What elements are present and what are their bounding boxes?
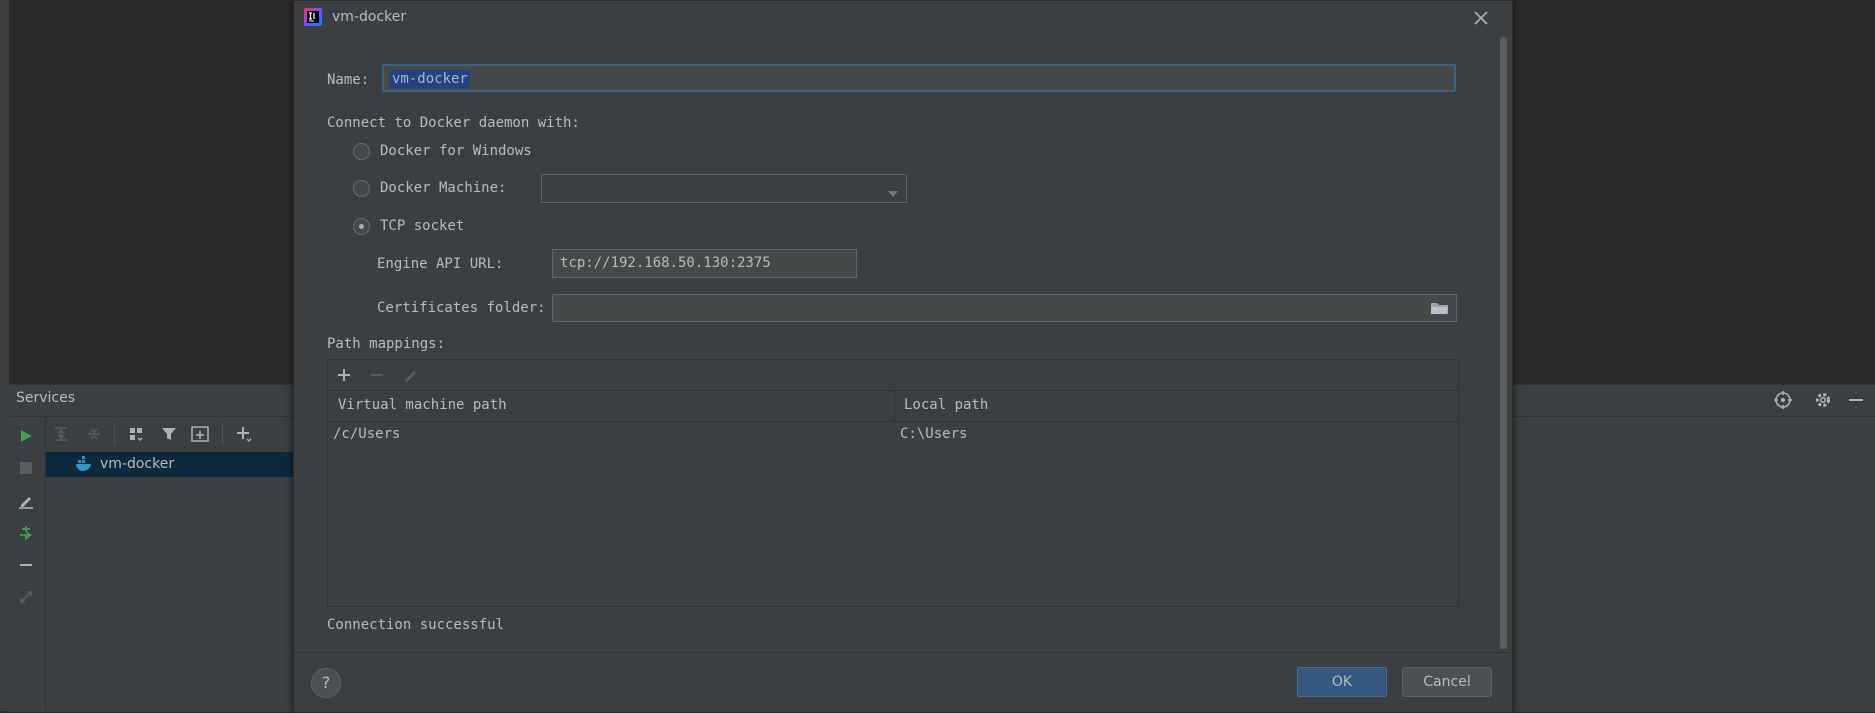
column-header-vm-path[interactable]: Virtual machine path bbox=[338, 397, 507, 413]
deploy-icon[interactable] bbox=[15, 522, 37, 544]
chevron-down-icon bbox=[888, 185, 898, 201]
table-cell-local-path[interactable]: C:\Users bbox=[900, 426, 967, 442]
edit-mapping-icon[interactable] bbox=[399, 364, 421, 386]
ok-button[interactable]: OK bbox=[1297, 667, 1387, 697]
group-by-icon[interactable] bbox=[125, 423, 147, 445]
docker-machine-dropdown[interactable] bbox=[541, 174, 907, 203]
column-divider[interactable] bbox=[894, 391, 895, 421]
remove-mapping-icon[interactable] bbox=[366, 364, 388, 386]
docker-icon bbox=[75, 456, 93, 476]
table-toolbar bbox=[328, 360, 1458, 391]
help-button[interactable]: ? bbox=[311, 668, 341, 698]
target-icon[interactable] bbox=[1772, 389, 1794, 411]
add-icon[interactable] bbox=[233, 423, 255, 445]
footer-divider bbox=[293, 652, 1512, 653]
engine-api-label: Engine API URL: bbox=[377, 256, 504, 272]
edit-icon[interactable] bbox=[15, 490, 37, 512]
remove-icon[interactable] bbox=[15, 554, 37, 576]
expand-all-icon[interactable] bbox=[50, 423, 72, 445]
minimize-icon[interactable] bbox=[1845, 389, 1867, 411]
filter-icon[interactable] bbox=[158, 423, 180, 445]
dialog-title: vm-docker bbox=[332, 9, 407, 25]
column-header-local-path[interactable]: Local path bbox=[904, 397, 988, 413]
connect-label: Connect to Docker daemon with: bbox=[327, 115, 580, 131]
intellij-icon bbox=[304, 8, 322, 26]
folder-icon[interactable] bbox=[1430, 300, 1450, 320]
path-mappings-table: Virtual machine path Local path /c/Users… bbox=[327, 359, 1459, 607]
collapse-all-icon[interactable] bbox=[83, 423, 105, 445]
docker-for-windows-label[interactable]: Docker for Windows bbox=[380, 143, 532, 159]
path-mappings-label: Path mappings: bbox=[327, 336, 446, 352]
name-input[interactable]: vm-docker bbox=[382, 64, 1456, 92]
add-mapping-icon[interactable] bbox=[333, 364, 355, 386]
close-icon[interactable] bbox=[1470, 7, 1492, 29]
name-value: vm-docker bbox=[390, 70, 470, 88]
tree-item-label: vm-docker bbox=[100, 456, 175, 472]
docker-machine-label[interactable]: Docker Machine: bbox=[380, 180, 506, 196]
tcp-socket-label[interactable]: TCP socket bbox=[380, 218, 464, 234]
certificates-folder-input[interactable] bbox=[552, 294, 1457, 322]
docker-for-windows-radio[interactable] bbox=[353, 143, 370, 160]
dialog-scrollbar[interactable] bbox=[1500, 37, 1507, 649]
new-group-icon[interactable] bbox=[189, 423, 211, 445]
engine-api-url-input[interactable]: tcp://192.168.50.130:2375 bbox=[552, 249, 857, 278]
connection-status: Connection successful bbox=[327, 617, 505, 633]
docker-machine-radio[interactable] bbox=[353, 180, 370, 197]
tcp-socket-radio[interactable] bbox=[353, 218, 370, 235]
gear-icon[interactable] bbox=[1812, 389, 1834, 411]
toolbar-separator bbox=[222, 423, 223, 445]
name-label: Name: bbox=[327, 72, 370, 88]
run-icon[interactable] bbox=[15, 425, 37, 447]
cancel-button[interactable]: Cancel bbox=[1402, 667, 1492, 697]
certificates-label: Certificates folder: bbox=[377, 300, 546, 316]
services-tree bbox=[46, 452, 293, 711]
expand-icon[interactable] bbox=[15, 586, 37, 608]
services-title: Services bbox=[16, 390, 76, 406]
table-cell-vm-path[interactable]: /c/Users bbox=[333, 426, 400, 442]
toolbar-separator bbox=[114, 423, 115, 445]
stop-icon[interactable] bbox=[15, 457, 37, 479]
